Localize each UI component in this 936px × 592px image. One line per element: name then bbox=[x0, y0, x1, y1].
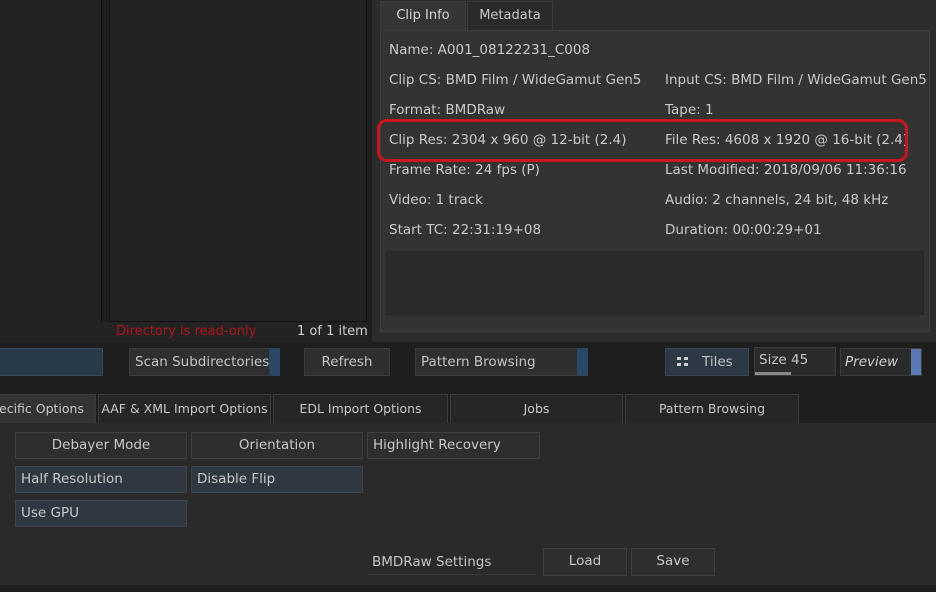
file-list-pane[interactable] bbox=[109, 0, 367, 322]
last-modified: Last Modified: 2018/09/06 11:36:16 bbox=[665, 162, 907, 178]
settings-divider bbox=[368, 574, 536, 575]
tiles-view-button[interactable]: Tiles bbox=[665, 348, 749, 376]
readonly-status: Directory is read-only bbox=[116, 324, 257, 339]
refresh-label: Refresh bbox=[321, 354, 373, 370]
scan-subdirectories-label: Scan Subdirectories bbox=[135, 354, 270, 370]
folder-tree-pane[interactable] bbox=[0, 0, 102, 324]
clip-cs: Clip CS: BMD Film / WideGamut Gen5 bbox=[389, 72, 642, 88]
load-button[interactable]: Load bbox=[543, 548, 627, 576]
tab-pattern-browsing[interactable]: Pattern Browsing bbox=[625, 394, 799, 424]
tab-jobs[interactable]: Jobs bbox=[450, 394, 623, 424]
clip-info-body: Name: A001_08122231_C008 Clip CS: BMD Fi… bbox=[380, 30, 930, 332]
duration: Duration: 00:00:29+01 bbox=[665, 222, 822, 238]
path-field[interactable] bbox=[0, 348, 103, 376]
audio: Audio: 2 channels, 24 bit, 48 kHz bbox=[665, 192, 889, 208]
video-tracks: Video: 1 track bbox=[389, 192, 483, 208]
frame-rate: Frame Rate: 24 fps (P) bbox=[389, 162, 540, 178]
debayer-mode-button[interactable]: Debayer Mode bbox=[15, 432, 187, 459]
browser-status-bar: Directory is read-only 1 of 1 item bbox=[0, 322, 368, 342]
tab-aaf-xml-import[interactable]: AAF & XML Import Options bbox=[98, 394, 271, 424]
pattern-browsing-label: Pattern Browsing bbox=[421, 354, 536, 370]
format: Format: BMDRaw bbox=[389, 102, 506, 118]
half-resolution-toggle[interactable]: Half Resolution bbox=[15, 466, 187, 493]
clip-name: Name: A001_08122231_C008 bbox=[389, 42, 591, 58]
clip-info-notes bbox=[386, 251, 924, 315]
size-label: Size 45 bbox=[759, 352, 809, 368]
start-tc: Start TC: 22:31:19+08 bbox=[389, 222, 542, 238]
scan-subdirectories-button[interactable]: Scan Subdirectories bbox=[129, 348, 280, 376]
use-gpu-toggle[interactable]: Use GPU bbox=[15, 500, 187, 527]
preview-toggle[interactable]: Preview bbox=[840, 348, 922, 376]
tab-metadata[interactable]: Metadata bbox=[467, 1, 553, 31]
bmdraw-settings-label: BMDRaw Settings bbox=[372, 554, 492, 570]
tape: Tape: 1 bbox=[665, 102, 714, 118]
tab-specific-options-label: ecific Options bbox=[0, 401, 84, 416]
orientation-button[interactable]: Orientation bbox=[191, 432, 363, 459]
item-count: 1 of 1 item bbox=[297, 324, 368, 339]
grid-icon bbox=[677, 357, 688, 366]
tab-edl-import[interactable]: EDL Import Options bbox=[273, 394, 448, 424]
highlight-recovery-button[interactable]: Highlight Recovery bbox=[367, 432, 540, 459]
tab-specific-options[interactable]: ecific Options bbox=[0, 394, 96, 424]
save-button[interactable]: Save bbox=[631, 548, 715, 576]
resolution-highlight-box bbox=[377, 119, 908, 162]
tab-clip-info[interactable]: Clip Info bbox=[380, 1, 466, 31]
pattern-browsing-button[interactable]: Pattern Browsing bbox=[415, 348, 588, 376]
refresh-button[interactable]: Refresh bbox=[304, 348, 390, 376]
size-slider-fill bbox=[755, 372, 791, 375]
options-area: Debayer Mode Orientation Highlight Recov… bbox=[0, 423, 936, 585]
clip-info-panel: Clip Info Metadata Name: A001_08122231_C… bbox=[372, 0, 936, 342]
preview-indicator bbox=[911, 349, 921, 375]
size-slider[interactable]: Size 45 bbox=[754, 347, 836, 376]
tiles-label: Tiles bbox=[702, 354, 733, 370]
input-cs: Input CS: BMD Film / WideGamut Gen5 bbox=[665, 72, 927, 88]
disable-flip-toggle[interactable]: Disable Flip bbox=[191, 466, 363, 493]
preview-label: Preview bbox=[845, 354, 899, 370]
